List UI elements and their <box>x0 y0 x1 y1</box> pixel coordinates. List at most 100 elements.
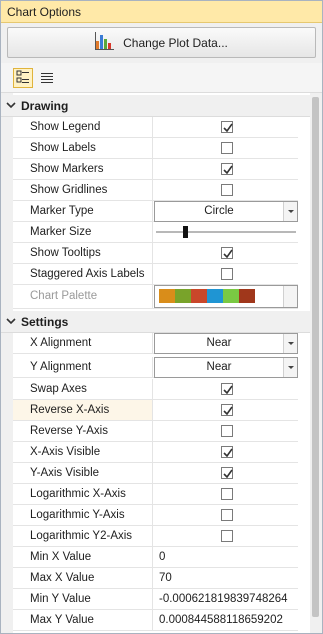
chevron-down-icon[interactable] <box>283 286 297 307</box>
show-tooltips-checkbox[interactable] <box>221 247 233 259</box>
scrollbar-thumb[interactable] <box>312 97 319 617</box>
log-y-axis-checkbox[interactable] <box>221 509 233 521</box>
row-label: Logarithmic Y-Axis <box>13 505 153 525</box>
row-y-axis-visible: Y-Axis Visible <box>13 463 298 484</box>
chevron-down-icon[interactable] <box>283 202 297 221</box>
section-settings-header[interactable]: Settings <box>1 311 310 333</box>
row-label: Max X Value <box>13 568 153 588</box>
max-x-value-field[interactable]: 70 <box>154 568 298 588</box>
change-plot-data-label: Change Plot Data... <box>123 35 228 50</box>
y-alignment-select[interactable]: Near <box>154 357 298 378</box>
row-label: X-Axis Visible <box>13 442 153 462</box>
categorized-view-button[interactable] <box>13 68 33 88</box>
row-label: Logarithmic X-Axis <box>13 484 153 504</box>
property-grid: Drawing Show Legend Show Labels Show Mar… <box>1 93 322 633</box>
row-chart-palette: Chart Palette <box>13 285 298 309</box>
row-label: X Alignment <box>13 333 153 353</box>
log-y2-axis-checkbox[interactable] <box>221 530 233 542</box>
x-alignment-select[interactable]: Near <box>154 333 298 354</box>
marker-type-value: Circle <box>204 205 234 217</box>
row-x-axis-visible: X-Axis Visible <box>13 442 298 463</box>
show-legend-checkbox[interactable] <box>221 121 233 133</box>
x-axis-visible-checkbox[interactable] <box>221 446 233 458</box>
row-show-gridlines: Show Gridlines <box>13 180 298 201</box>
top-action-area: Change Plot Data... <box>1 23 322 63</box>
row-label: Max Y Value <box>13 610 153 630</box>
y-axis-visible-checkbox[interactable] <box>221 467 233 479</box>
log-x-axis-checkbox[interactable] <box>221 488 233 500</box>
row-show-tooltips: Show Tooltips <box>13 243 298 264</box>
max-y-value-field[interactable]: 0.000844588118659202 <box>154 610 298 630</box>
row-reverse-y-axis: Reverse Y-Axis <box>13 421 298 442</box>
reverse-y-axis-checkbox[interactable] <box>221 425 233 437</box>
grid-left-gutter <box>1 93 13 633</box>
row-max-y-value: Max Y Value 0.000844588118659202 <box>13 610 298 631</box>
staggered-axis-labels-checkbox[interactable] <box>221 268 233 280</box>
row-label: Marker Size <box>13 222 153 242</box>
y-alignment-value: Near <box>206 361 232 373</box>
chevron-down-icon[interactable] <box>6 100 16 110</box>
view-toolbar <box>1 63 322 93</box>
row-min-x-value: Min X Value 0 <box>13 547 298 568</box>
alphabetical-view-button[interactable] <box>37 68 57 88</box>
row-log-y2-axis: Logarithmic Y2-Axis <box>13 526 298 547</box>
show-labels-checkbox[interactable] <box>221 142 233 154</box>
show-gridlines-checkbox[interactable] <box>221 184 233 196</box>
row-show-markers: Show Markers <box>13 159 298 180</box>
chart-options-panel: Chart Options Change Plot Data... Drawin… <box>0 0 323 634</box>
row-label: Reverse Y-Axis <box>13 421 153 441</box>
row-x-alignment: X Alignment Near <box>13 333 298 354</box>
show-markers-checkbox[interactable] <box>221 163 233 175</box>
row-label: Show Labels <box>13 138 153 158</box>
panel-title-bar: Chart Options <box>1 1 322 23</box>
row-show-labels: Show Labels <box>13 138 298 159</box>
row-label: Y Alignment <box>13 357 153 377</box>
max-x-value: 70 <box>159 572 172 584</box>
swap-axes-checkbox[interactable] <box>221 383 233 395</box>
palette-swatch <box>175 289 191 303</box>
chart-palette-select[interactable] <box>154 285 298 308</box>
section-settings-title: Settings <box>21 315 69 329</box>
bar-chart-icon <box>95 31 115 54</box>
row-label: Show Legend <box>13 117 153 137</box>
palette-swatch <box>159 289 175 303</box>
chevron-down-icon[interactable] <box>283 334 297 353</box>
vertical-scrollbar[interactable] <box>310 93 322 633</box>
row-label: Y-Axis Visible <box>13 463 153 483</box>
row-staggered-axis-labels: Staggered Axis Labels <box>13 264 298 285</box>
slider-track[interactable] <box>156 231 296 233</box>
palette-swatches <box>159 289 255 303</box>
slider-thumb[interactable] <box>183 226 188 238</box>
row-log-x-axis: Logarithmic X-Axis <box>13 484 298 505</box>
row-label: Show Tooltips <box>13 243 153 263</box>
palette-swatch <box>223 289 239 303</box>
row-label: Logarithmic Y2-Axis <box>13 526 153 546</box>
palette-swatch <box>191 289 207 303</box>
row-label: Marker Type <box>13 201 153 221</box>
min-y-value: -0.000621819839748264 <box>159 593 288 605</box>
row-marker-size: Marker Size <box>13 222 298 243</box>
section-drawing-title: Drawing <box>21 99 69 113</box>
palette-swatch <box>239 289 255 303</box>
palette-swatch <box>207 289 223 303</box>
reverse-x-axis-checkbox[interactable] <box>221 404 233 416</box>
row-marker-type: Marker Type Circle <box>13 201 298 222</box>
row-show-legend: Show Legend <box>13 117 298 138</box>
row-log-y-axis: Logarithmic Y-Axis <box>13 505 298 526</box>
row-min-y-value: Min Y Value -0.000621819839748264 <box>13 589 298 610</box>
change-plot-data-button[interactable]: Change Plot Data... <box>7 27 316 58</box>
row-label: Show Gridlines <box>13 180 153 200</box>
row-max-x-value: Max X Value 70 <box>13 568 298 589</box>
row-label: Min Y Value <box>13 589 153 609</box>
row-label: Chart Palette <box>13 285 153 308</box>
chevron-down-icon[interactable] <box>283 358 297 377</box>
row-reverse-x-axis: Reverse X-Axis <box>13 400 298 421</box>
chevron-down-icon[interactable] <box>6 316 16 326</box>
section-drawing-header[interactable]: Drawing <box>1 95 310 117</box>
marker-type-select[interactable]: Circle <box>154 201 298 222</box>
row-y-alignment: Y Alignment Near <box>13 357 298 378</box>
min-y-value-field[interactable]: -0.000621819839748264 <box>154 589 298 609</box>
min-x-value-field[interactable]: 0 <box>154 547 298 567</box>
row-swap-axes: Swap Axes <box>13 379 298 400</box>
marker-size-slider[interactable] <box>154 222 298 242</box>
